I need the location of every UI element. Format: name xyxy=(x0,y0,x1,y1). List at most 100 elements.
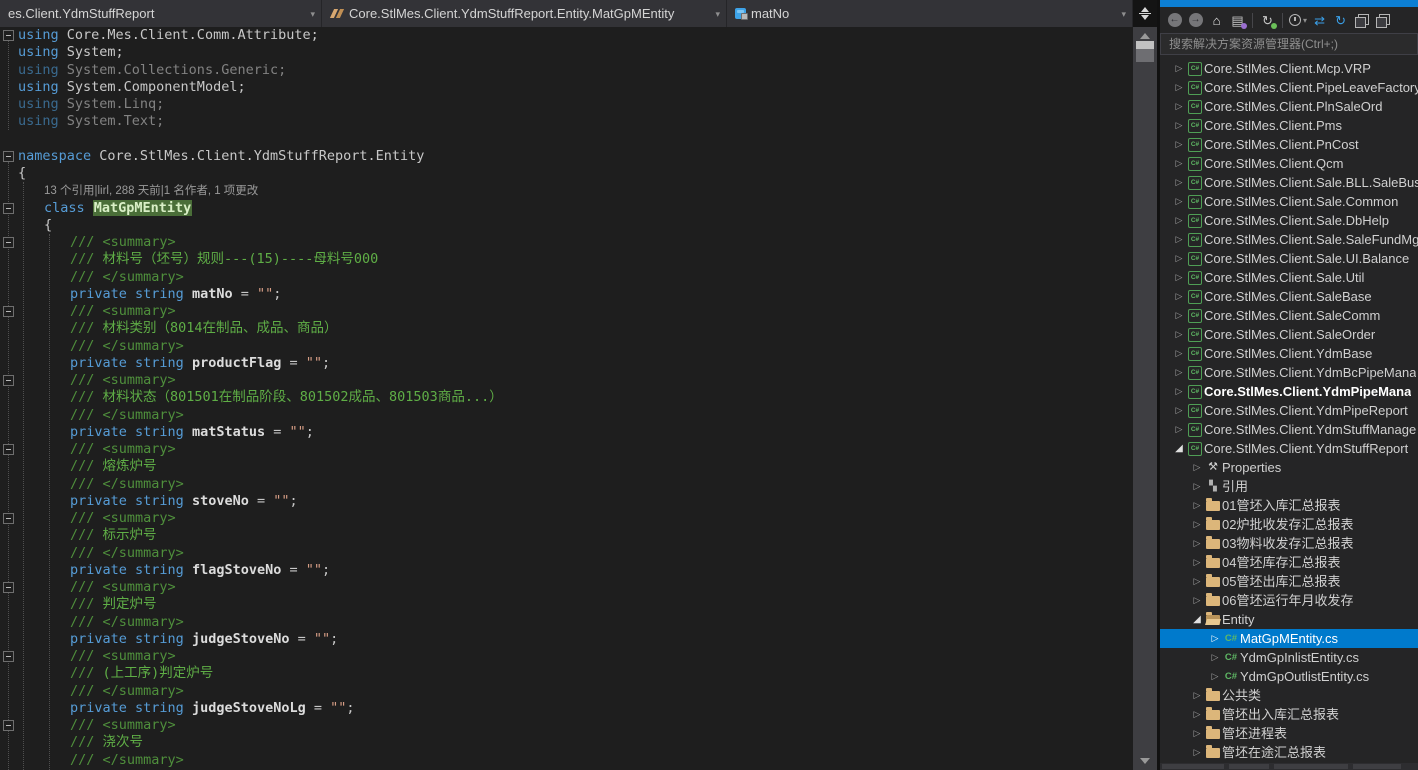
expand-icon[interactable]: ▷ xyxy=(1172,211,1186,230)
expand-icon[interactable]: ▷ xyxy=(1172,135,1186,154)
tree-item[interactable]: ▷C#Core.StlMes.Client.YdmStuffManage xyxy=(1160,420,1418,439)
tree-item[interactable]: ▷C#Core.StlMes.Client.Sale.Util xyxy=(1160,268,1418,287)
code-line[interactable]: /// <summary> xyxy=(0,579,1133,597)
tree-item[interactable]: ▷C#Core.StlMes.Client.SaleOrder xyxy=(1160,325,1418,344)
expand-icon[interactable]: ▷ xyxy=(1172,116,1186,135)
fold-collapse-icon[interactable] xyxy=(3,720,14,731)
fold-collapse-icon[interactable] xyxy=(3,203,14,214)
tree-item[interactable]: ▷公共类 xyxy=(1160,686,1418,705)
expand-icon[interactable]: ▷ xyxy=(1190,705,1204,724)
code-line[interactable]: { xyxy=(0,165,1133,183)
show-all-files-icon[interactable] xyxy=(1374,12,1391,29)
code-line[interactable]: private string flagStoveNo = ""; xyxy=(0,562,1133,580)
expand-icon[interactable]: ▷ xyxy=(1172,78,1186,97)
code-line[interactable]: private string productFlag = ""; xyxy=(0,355,1133,373)
expand-icon[interactable]: ▷ xyxy=(1172,249,1186,268)
fold-collapse-icon[interactable] xyxy=(3,375,14,386)
code-line[interactable]: /// </summary> xyxy=(0,545,1133,563)
sync-with-active-document-icon[interactable]: ▤ xyxy=(1229,12,1246,29)
code-line[interactable]: private string matStatus = ""; xyxy=(0,424,1133,442)
expand-icon[interactable]: ▷ xyxy=(1190,496,1204,515)
fold-collapse-icon[interactable] xyxy=(3,582,14,593)
code-line[interactable]: { xyxy=(0,217,1133,235)
fold-collapse-icon[interactable] xyxy=(3,237,14,248)
expand-icon[interactable]: ▷ xyxy=(1172,268,1186,287)
member-dropdown[interactable]: matNo ▾ xyxy=(727,0,1133,27)
expand-icon[interactable]: ▷ xyxy=(1208,629,1222,648)
tree-item[interactable]: ▷C#Core.StlMes.Client.Sale.BLL.SaleBus xyxy=(1160,173,1418,192)
expand-icon[interactable]: ▷ xyxy=(1172,173,1186,192)
code-line[interactable]: /// 材料状态（801501在制品阶段、801502成品、801503商品..… xyxy=(0,389,1133,407)
expand-icon[interactable]: ▷ xyxy=(1172,230,1186,249)
scroll-down-icon[interactable] xyxy=(1140,758,1150,764)
code-line[interactable]: /// <summary> xyxy=(0,510,1133,528)
code-line[interactable]: private string judgeStoveNo = ""; xyxy=(0,631,1133,649)
code-line[interactable]: /// (上工序)判定炉号 xyxy=(0,665,1133,683)
editor-scrollbar[interactable] xyxy=(1133,27,1157,770)
expand-icon[interactable]: ▷ xyxy=(1190,534,1204,553)
code-line[interactable]: /// 浇次号 xyxy=(0,734,1133,752)
tree-item[interactable]: ▷06管坯运行年月收发存 xyxy=(1160,591,1418,610)
scroll-up-icon[interactable] xyxy=(1140,33,1150,39)
code-line[interactable]: /// <summary> xyxy=(0,441,1133,459)
dock-tab[interactable] xyxy=(1353,764,1401,769)
code-line[interactable]: /// <summary> xyxy=(0,648,1133,666)
tree-item[interactable]: ▷05管坯出库汇总报表 xyxy=(1160,572,1418,591)
tree-item[interactable]: ▷C#Core.StlMes.Client.SaleBase xyxy=(1160,287,1418,306)
code-line[interactable]: /// 材料类别（8014在制品、成品、商品） xyxy=(0,320,1133,338)
tree-item[interactable]: ▷C#Core.StlMes.Client.YdmPipeMana xyxy=(1160,382,1418,401)
tree-item[interactable]: ◢C#Core.StlMes.Client.YdmStuffReport xyxy=(1160,439,1418,458)
tree-item[interactable]: ▷⚒Properties xyxy=(1160,458,1418,477)
code-line[interactable]: 13 个引用|lirl, 288 天前|1 名作者, 1 项更改 xyxy=(0,182,1133,200)
fold-collapse-icon[interactable] xyxy=(3,30,14,41)
tree-item[interactable]: ▷C#Core.StlMes.Client.PipeLeaveFactory xyxy=(1160,78,1418,97)
expand-icon[interactable]: ▷ xyxy=(1208,648,1222,667)
expand-icon[interactable]: ▷ xyxy=(1172,192,1186,211)
tree-item[interactable]: ▷01管坯入库汇总报表 xyxy=(1160,496,1418,515)
tree-item[interactable]: ▷C#MatGpMEntity.cs xyxy=(1160,629,1418,648)
collapse-icon[interactable]: ◢ xyxy=(1172,439,1186,458)
scrollbar-thumb[interactable] xyxy=(1136,41,1154,49)
expand-icon[interactable]: ▷ xyxy=(1190,458,1204,477)
project-dropdown[interactable]: es.Client.YdmStuffReport ▾ xyxy=(0,0,322,27)
expand-icon[interactable]: ▷ xyxy=(1190,572,1204,591)
forward-icon[interactable]: → xyxy=(1187,12,1204,29)
fold-collapse-icon[interactable] xyxy=(3,151,14,162)
expand-icon[interactable]: ▷ xyxy=(1190,743,1204,762)
expand-icon[interactable]: ▷ xyxy=(1172,287,1186,306)
expand-icon[interactable]: ▷ xyxy=(1172,382,1186,401)
code-line[interactable]: /// 材料号（坯号）规则---(15)----母料号000 xyxy=(0,251,1133,269)
code-line[interactable]: using System; xyxy=(0,44,1133,62)
code-line[interactable]: /// <summary> xyxy=(0,234,1133,252)
tree-item[interactable]: ▷04管坯库存汇总报表 xyxy=(1160,553,1418,572)
tree-item[interactable]: ▷C#Core.StlMes.Client.SaleComm xyxy=(1160,306,1418,325)
code-line[interactable]: using System.Collections.Generic; xyxy=(0,62,1133,80)
tree-item[interactable]: ▷C#Core.StlMes.Client.YdmPipeReport xyxy=(1160,401,1418,420)
refresh-icon[interactable]: ⇄ xyxy=(1311,12,1328,29)
history-icon[interactable]: ▾ xyxy=(1289,12,1307,29)
expand-icon[interactable]: ▷ xyxy=(1172,401,1186,420)
code-line[interactable]: using Core.Mes.Client.Comm.Attribute; xyxy=(0,27,1133,45)
code-line[interactable] xyxy=(0,131,1133,149)
code-line[interactable]: /// 熔炼炉号 xyxy=(0,458,1133,476)
search-input[interactable] xyxy=(1160,33,1418,55)
fold-collapse-icon[interactable] xyxy=(3,513,14,524)
sync-solution-icon[interactable]: ↻ xyxy=(1332,12,1349,29)
code-line[interactable]: using System.Text; xyxy=(0,113,1133,131)
tree-item[interactable]: ▷管坯出入库汇总报表 xyxy=(1160,705,1418,724)
dock-tab[interactable] xyxy=(1162,764,1224,769)
code-line[interactable]: private string judgeStoveNoLg = ""; xyxy=(0,700,1133,718)
tree-item[interactable]: ▷C#Core.StlMes.Client.Sale.DbHelp xyxy=(1160,211,1418,230)
tree-item[interactable]: ▷C#Core.StlMes.Client.Sale.SaleFundMg xyxy=(1160,230,1418,249)
code-line[interactable]: /// </summary> xyxy=(0,683,1133,701)
tree-item[interactable]: ▷C#Core.StlMes.Client.Sale.UI.Balance xyxy=(1160,249,1418,268)
code-line[interactable]: /// </summary> xyxy=(0,269,1133,287)
tree-item[interactable]: ◢Entity xyxy=(1160,610,1418,629)
code-line[interactable]: /// <summary> xyxy=(0,372,1133,390)
dock-tab[interactable] xyxy=(1274,764,1348,769)
expand-icon[interactable]: ▷ xyxy=(1172,59,1186,78)
tree-item[interactable]: ▷C#Core.StlMes.Client.Mcp.VRP xyxy=(1160,59,1418,78)
back-icon[interactable]: ← xyxy=(1166,12,1183,29)
expand-icon[interactable]: ▷ xyxy=(1190,553,1204,572)
pending-changes-filter-icon[interactable]: ↻ xyxy=(1259,12,1276,29)
